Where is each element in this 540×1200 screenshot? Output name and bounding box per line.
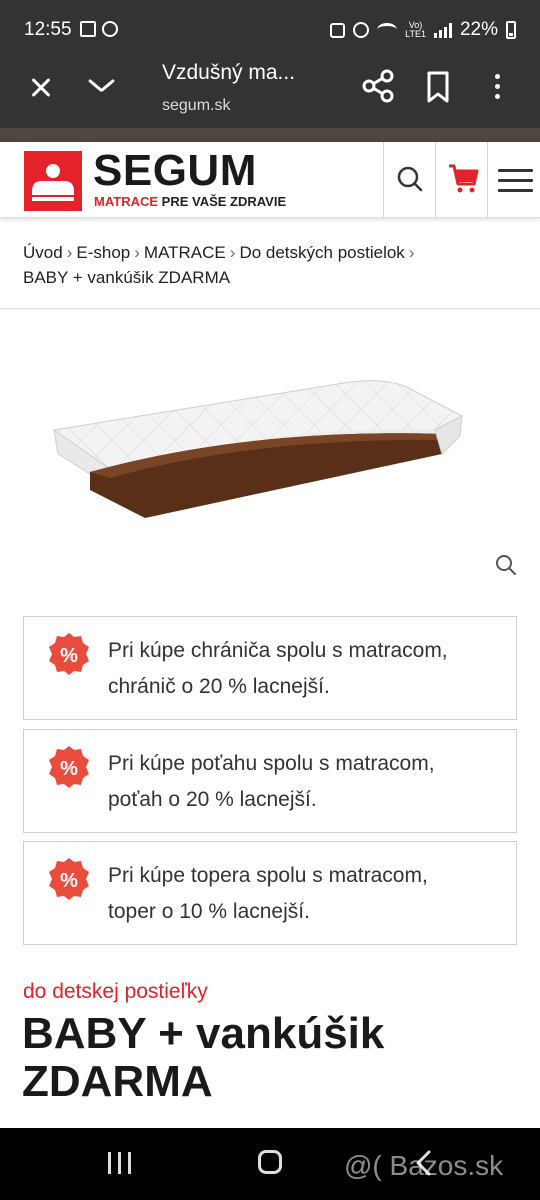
breadcrumb-item-uvod[interactable]: Úvod: [23, 243, 63, 262]
product-title-line: ZDARMA: [22, 1057, 213, 1106]
breadcrumb-item-eshop[interactable]: E-shop: [76, 243, 130, 262]
promo-text: Pri kúpe poťahu spolu s matracom, poťah …: [108, 746, 508, 818]
system-icons: Vo) LTE1 22%: [330, 19, 516, 41]
status-bar: 12:55 Vo) LTE1 22%: [0, 0, 540, 60]
search-button[interactable]: [383, 142, 435, 218]
breadcrumb-separator: ›: [229, 243, 236, 262]
alarm-icon: [353, 22, 370, 38]
page-title: Vzdušný ma...: [162, 61, 296, 84]
battery-percent: 22%: [459, 19, 498, 40]
breadcrumb: Úvod › E-shop › MATRACE › Do detských postielo…: [23, 240, 523, 290]
promo-line: toper o 10 % lacnejší.: [108, 900, 310, 923]
promo-box: % Pri kúpe chrániča spolu s matracom, ch…: [23, 616, 517, 720]
wifi-icon: [377, 23, 398, 37]
tagline-dark: PRE VAŠE ZDRAVIE: [158, 194, 287, 209]
accessibility-icon: [102, 21, 118, 37]
tagline-red: MATRACE: [94, 194, 159, 209]
logo-tagline: MATRACE PRE VAŠE ZDRAVIE: [94, 194, 286, 209]
percent-badge-icon: %: [49, 858, 89, 900]
breadcrumb-separator: ›: [134, 243, 140, 262]
page-domain: segum.sk: [162, 97, 231, 114]
logo-text[interactable]: SEGUM: [93, 148, 257, 194]
recent-apps-icon[interactable]: [108, 1152, 132, 1174]
product-title-line: BABY + vankúšik: [22, 1009, 385, 1058]
promo-line: Pri kúpe topera spolu s matracom,: [108, 864, 428, 887]
notification-icons: [80, 21, 118, 37]
promo-text: Pri kúpe chrániča spolu s matracom, chrá…: [108, 633, 508, 705]
volte-label: Vo) LTE1: [405, 20, 426, 39]
breadcrumb-item-current: BABY + vankúšik ZDARMA: [23, 268, 231, 287]
page-top-strip: [0, 128, 540, 142]
browser-toolbar: Vzdušný ma... segum.sk: [0, 60, 540, 128]
breadcrumb-item-matrace[interactable]: MATRACE: [144, 243, 226, 262]
screenshot-icon: [330, 22, 346, 38]
promo-text: Pri kúpe topera spolu s matracom, toper …: [108, 858, 508, 930]
signal-icon: [433, 22, 452, 38]
hamburger-icon[interactable]: [487, 142, 540, 218]
share-icon[interactable]: [360, 68, 396, 104]
breadcrumb-item-detske-postielky[interactable]: Do detských postielok: [239, 243, 404, 262]
search-icon: [397, 166, 423, 192]
cart-button[interactable]: [435, 142, 487, 218]
promo-line: Pri kúpe poťahu spolu s matracom,: [108, 752, 435, 775]
percent-badge-icon: %: [49, 633, 89, 675]
segum-logo-icon[interactable]: [24, 151, 82, 211]
breadcrumb-separator: ›: [66, 243, 73, 262]
promo-line: Pri kúpe chrániča spolu s matracom,: [108, 639, 448, 662]
svg-text:%: %: [60, 870, 78, 892]
status-time: 12:55: [24, 19, 72, 40]
product-title: BABY + vankúšik ZDARMA: [22, 1010, 522, 1106]
breadcrumb-separator: ›: [408, 243, 415, 262]
gallery-icon: [80, 21, 96, 37]
promo-line: chránič o 20 % lacnejší.: [108, 675, 330, 698]
zoom-icon[interactable]: [494, 553, 518, 577]
svg-text:%: %: [60, 645, 78, 667]
battery-icon: [506, 21, 516, 39]
close-icon[interactable]: [24, 70, 60, 106]
divider: [0, 308, 540, 309]
cart-icon: [449, 164, 479, 193]
more-vert-icon[interactable]: [486, 70, 510, 104]
promo-box: % Pri kúpe poťahu spolu s matracom, poťa…: [23, 729, 517, 833]
home-icon[interactable]: [258, 1150, 282, 1174]
svg-text:%: %: [60, 758, 78, 780]
site-header: SEGUM MATRACE PRE VAŠE ZDRAVIE: [0, 142, 540, 218]
promo-line: poťah o 20 % lacnejší.: [108, 788, 317, 811]
product-image[interactable]: [50, 378, 470, 528]
promo-box: % Pri kúpe topera spolu s matracom, tope…: [23, 841, 517, 945]
bookmark-icon[interactable]: [424, 70, 452, 104]
chevron-down-icon[interactable]: [84, 72, 120, 102]
product-category[interactable]: do detskej postieľky: [23, 980, 208, 1004]
percent-badge-icon: %: [49, 746, 89, 788]
watermark: @( Bazos.sk: [344, 1150, 504, 1181]
